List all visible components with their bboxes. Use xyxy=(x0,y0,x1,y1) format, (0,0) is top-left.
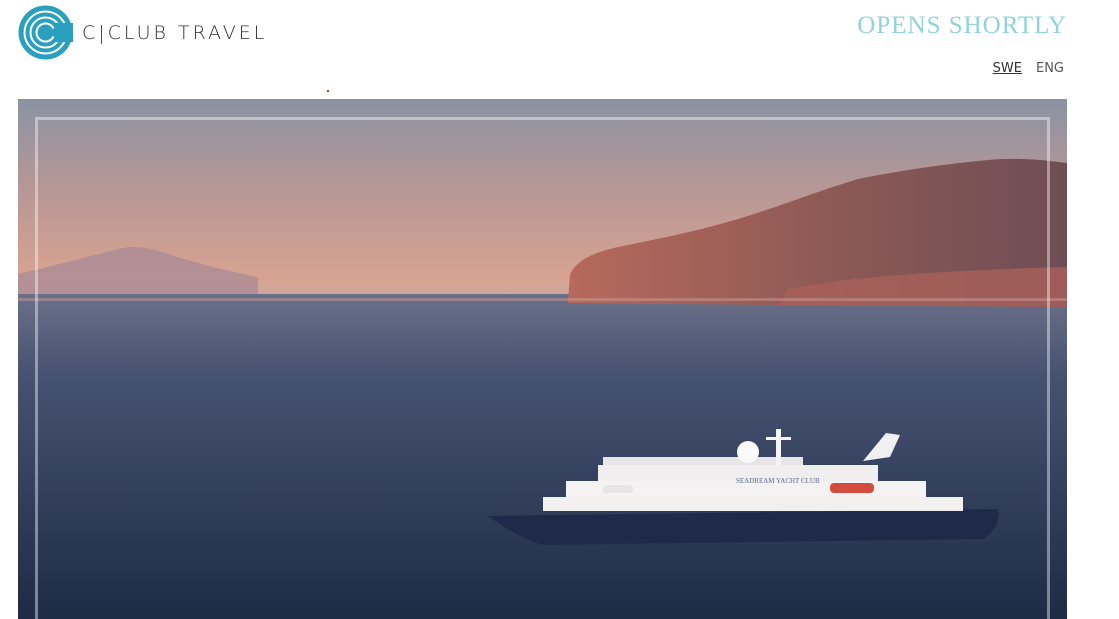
logo-text: C|CLUB TRAVEL xyxy=(82,21,268,44)
red-dot xyxy=(327,90,329,92)
language-option-swe[interactable]: SWE xyxy=(993,61,1022,76)
logo[interactable]: C|CLUB TRAVEL xyxy=(18,5,267,60)
headline: OPENS SHORTLY xyxy=(857,12,1067,39)
hero-photo: SEADREAM YACHT CLUB xyxy=(18,99,1067,619)
language-switcher: SWE ENG xyxy=(993,61,1064,76)
language-option-eng[interactable]: ENG xyxy=(1036,61,1064,76)
c-circle-logo-icon xyxy=(18,5,73,60)
ship-name: SEADREAM YACHT CLUB xyxy=(736,477,820,485)
hero-image: SEADREAM YACHT CLUB xyxy=(18,99,1067,619)
